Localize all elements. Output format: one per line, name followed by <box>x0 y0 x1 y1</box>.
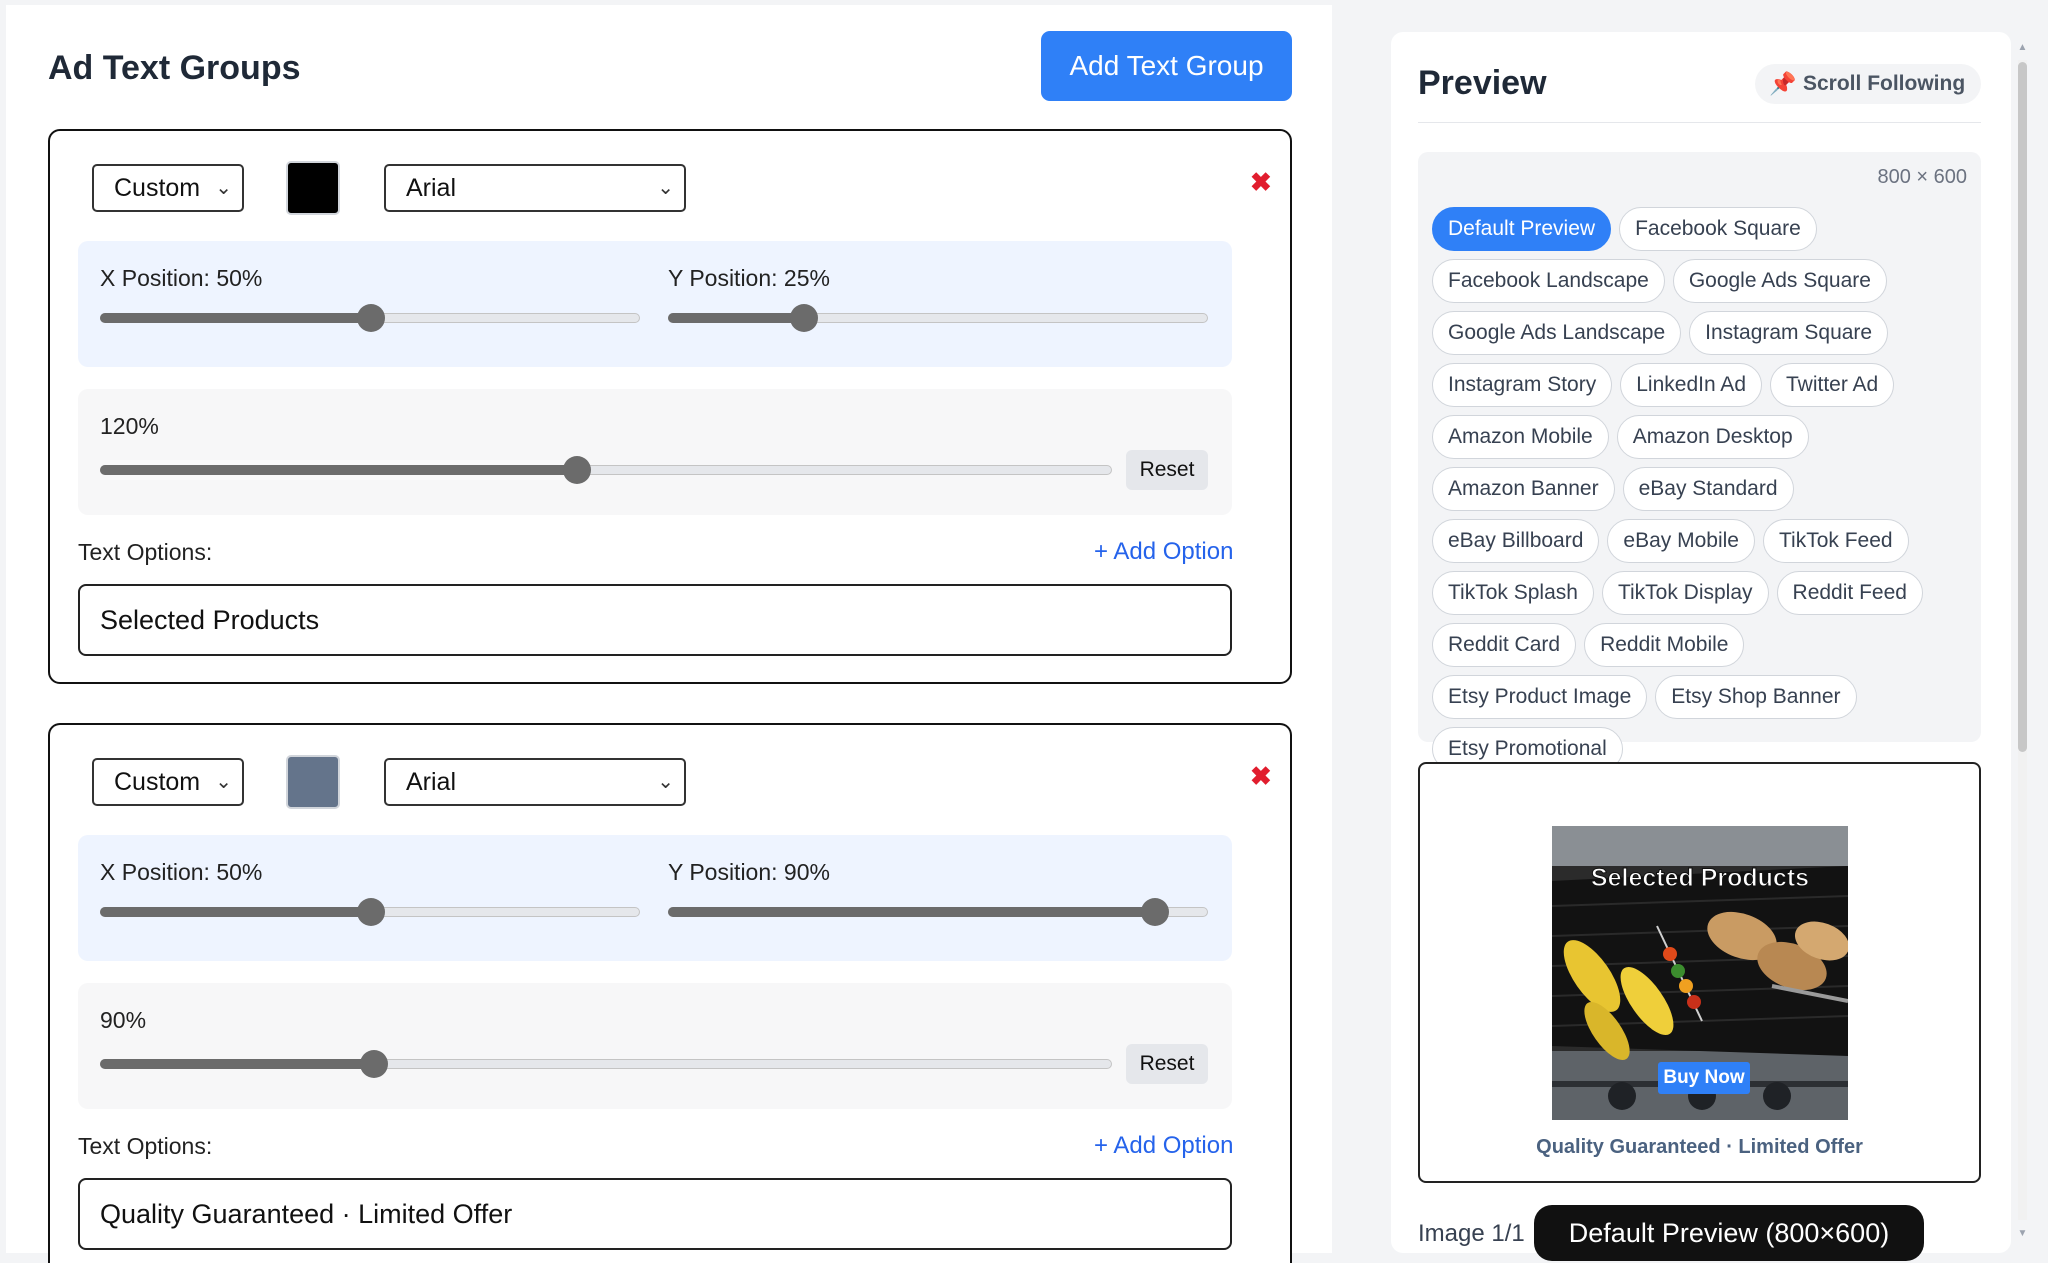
slider-fill <box>100 465 576 475</box>
preset-chip[interactable]: Google Ads Landscape <box>1432 311 1682 355</box>
preset-chip[interactable]: Amazon Banner <box>1432 467 1615 511</box>
color-swatch[interactable] <box>286 161 340 215</box>
preset-chip[interactable]: Etsy Product Image <box>1432 675 1648 719</box>
chevron-down-icon: ⌄ <box>657 771 674 793</box>
style-select-value: Custom <box>114 174 201 202</box>
dimensions-label: 800 × 600 <box>1877 166 1967 188</box>
font-select[interactable]: Arial ⌄ <box>384 164 686 212</box>
preset-chip[interactable]: Facebook Landscape <box>1432 259 1665 303</box>
ad-caption: Quality Guaranteed · Limited Offer <box>1536 1136 1863 1158</box>
reset-button[interactable]: Reset <box>1126 450 1208 490</box>
y-position-label: Y Position: 90% <box>668 859 830 885</box>
pin-icon: 📌 <box>1769 71 1797 96</box>
preset-chip[interactable]: Reddit Card <box>1432 623 1577 667</box>
text-group-2: Custom ⌄ Arial ⌄ ✖ X Position: 50% Y Pos… <box>48 723 1292 1263</box>
slider-handle[interactable] <box>1141 898 1169 926</box>
scale-label: 120% <box>100 413 159 439</box>
preset-chip[interactable]: Google Ads Square <box>1672 259 1887 303</box>
preset-chip[interactable]: Twitter Ad <box>1770 363 1895 407</box>
preset-chip[interactable]: Amazon Mobile <box>1432 415 1609 459</box>
y-position-label: Y Position: 25% <box>668 265 830 291</box>
slider-handle[interactable] <box>357 304 385 332</box>
scale-controls: 90% Reset <box>78 983 1232 1109</box>
y-position-slider[interactable] <box>668 898 1208 926</box>
slider-fill <box>100 313 370 323</box>
style-select-value: Custom <box>114 768 201 796</box>
scale-slider[interactable] <box>100 1050 1112 1078</box>
text-options-label: Text Options: <box>78 1133 213 1159</box>
remove-group-icon[interactable]: ✖ <box>1250 167 1272 198</box>
add-option-link[interactable]: + Add Option <box>1094 1132 1233 1160</box>
add-option-link[interactable]: + Add Option <box>1094 538 1233 566</box>
x-position-label: X Position: 50% <box>100 859 263 885</box>
font-select-value: Arial <box>406 768 457 796</box>
preset-chip[interactable]: Instagram Story <box>1432 363 1613 407</box>
x-position-label: X Position: 50% <box>100 265 263 291</box>
preset-chip[interactable]: Amazon Desktop <box>1616 415 1809 459</box>
x-position-slider[interactable] <box>100 898 640 926</box>
text-option-input[interactable]: Quality Guaranteed · Limited Offer <box>78 1178 1232 1250</box>
preview-title: Preview <box>1418 64 1547 102</box>
text-options-label: Text Options: <box>78 539 213 565</box>
x-position-slider[interactable] <box>100 304 640 332</box>
scale-slider[interactable] <box>100 456 1112 484</box>
buy-now-button: Buy Now <box>1658 1062 1750 1094</box>
ad-image: Selected Products Buy Now <box>1552 826 1848 1120</box>
scroll-up-icon[interactable]: ▲ <box>2017 42 2028 54</box>
preset-chip[interactable]: eBay Billboard <box>1432 519 1600 563</box>
style-select[interactable]: Custom ⌄ <box>92 758 244 806</box>
preset-chip[interactable]: TikTok Splash <box>1432 571 1594 615</box>
slider-handle[interactable] <box>562 456 591 484</box>
text-option-input[interactable]: Selected Products <box>78 584 1232 656</box>
scroll-down-icon[interactable]: ▼ <box>2017 1228 2028 1240</box>
preset-chip[interactable]: TikTok Display <box>1601 571 1769 615</box>
scale-controls: 120% Reset <box>78 389 1232 515</box>
chevron-down-icon: ⌄ <box>657 177 674 199</box>
chevron-down-icon: ⌄ <box>215 177 232 199</box>
scrollbar[interactable]: ▲ ▼ <box>2014 32 2030 1253</box>
scroll-following-label: Scroll Following <box>1803 72 1966 95</box>
preset-chip[interactable]: eBay Mobile <box>1607 519 1755 563</box>
preset-chip[interactable]: Default Preview <box>1432 207 1612 251</box>
preset-chip[interactable]: TikTok Feed <box>1762 519 1909 563</box>
slider-fill <box>100 907 370 917</box>
preset-chip[interactable]: LinkedIn Ad <box>1620 363 1762 407</box>
page-title: Ad Text Groups <box>48 49 301 87</box>
divider <box>1418 122 1981 123</box>
font-select-value: Arial <box>406 174 457 202</box>
slider-handle[interactable] <box>360 1050 389 1078</box>
preset-chip[interactable]: Instagram Square <box>1689 311 1889 355</box>
preset-chip[interactable]: Facebook Square <box>1619 207 1817 251</box>
color-swatch[interactable] <box>286 755 340 809</box>
preset-chip[interactable]: Etsy Shop Banner <box>1655 675 1857 719</box>
slider-fill <box>100 1059 374 1069</box>
preset-chip[interactable]: Reddit Feed <box>1776 571 1923 615</box>
image-counter: Image 1/1 <box>1418 1220 1525 1247</box>
scroll-thumb[interactable] <box>2018 62 2027 752</box>
position-controls: X Position: 50% Y Position: 90% <box>78 835 1232 961</box>
scale-label: 90% <box>100 1007 147 1033</box>
slider-handle[interactable] <box>357 898 385 926</box>
slider-handle[interactable] <box>790 304 818 332</box>
style-select[interactable]: Custom ⌄ <box>92 164 244 212</box>
reset-button[interactable]: Reset <box>1126 1044 1208 1084</box>
scroll-following-toggle[interactable]: 📌 Scroll Following <box>1755 64 1981 104</box>
add-text-group-button[interactable]: Add Text Group <box>1041 31 1292 101</box>
y-position-slider[interactable] <box>668 304 1208 332</box>
ad-headline: Selected Products <box>1590 864 1810 893</box>
slider-fill <box>668 313 803 323</box>
chevron-down-icon: ⌄ <box>215 771 232 793</box>
editor-panel: Ad Text Groups Add Text Group Custom ⌄ A… <box>6 5 1332 1263</box>
preset-chip[interactable]: eBay Standard <box>1622 467 1794 511</box>
preset-chip[interactable]: Reddit Mobile <box>1584 623 1745 667</box>
preset-panel: 800 × 600 Default Preview Facebook Square… <box>1418 152 1981 771</box>
text-group-1: Custom ⌄ Arial ⌄ ✖ X Position: 50% Y Pos… <box>48 129 1292 684</box>
slider-fill <box>668 907 1154 917</box>
font-select[interactable]: Arial ⌄ <box>384 758 686 806</box>
preview-panel: Preview 📌 Scroll Following 800 × 600 Def… <box>1391 32 2011 1261</box>
preview-frame: Selected Products Buy Now Quality Guaran… <box>1418 762 1981 1183</box>
position-controls: X Position: 50% Y Position: 25% <box>78 241 1232 367</box>
remove-group-icon[interactable]: ✖ <box>1250 761 1272 792</box>
